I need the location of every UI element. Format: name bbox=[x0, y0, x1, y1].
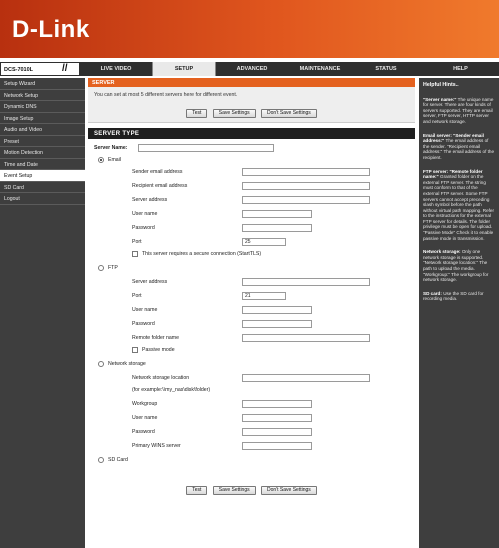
starttls-checkbox[interactable] bbox=[132, 251, 138, 257]
recipient-email-label: Recipient email address bbox=[132, 183, 188, 189]
help-block-title: Network storage: bbox=[423, 249, 461, 255]
sidebar-item-dynamic-dns[interactable]: Dynamic DNS bbox=[0, 101, 85, 113]
sidebar-item-preset[interactable]: Preset bbox=[0, 136, 85, 147]
tab-help[interactable]: HELP bbox=[422, 62, 499, 76]
sidebar-item-logout[interactable]: Logout bbox=[0, 193, 85, 205]
tab-live-video[interactable]: LIVE VIDEO bbox=[84, 62, 148, 76]
passive-mode-label: Passive mode bbox=[142, 347, 175, 353]
email-password-input[interactable] bbox=[242, 224, 312, 232]
help-block-sd-card: SD card: Use the SD card for recording m… bbox=[423, 291, 495, 302]
ftp-server-address-label: Server address bbox=[132, 279, 168, 285]
model-label: DCS-7010L bbox=[0, 62, 80, 76]
email-label: Email bbox=[108, 157, 121, 163]
server-type-header: SERVER TYPE bbox=[88, 128, 415, 139]
help-block-title: "Server name:" bbox=[423, 96, 457, 102]
network-storage-radio[interactable] bbox=[98, 361, 104, 367]
email-server-address-input[interactable] bbox=[242, 196, 370, 204]
sidebar-item-time-date[interactable]: Time and Date bbox=[0, 159, 85, 170]
server-name-label: Server Name: bbox=[94, 145, 128, 151]
sidebar-item-setup-wizard[interactable]: Setup Wizard bbox=[0, 78, 85, 90]
email-user-name-input[interactable] bbox=[242, 210, 312, 218]
model-divider-icon: // bbox=[62, 63, 68, 74]
passive-mode-checkbox[interactable] bbox=[132, 347, 138, 353]
sidebar-item-sd-card[interactable]: SD Card bbox=[0, 182, 85, 193]
help-title: Helpful Hints.. bbox=[423, 82, 459, 88]
wins-server-label: Primary WINS server bbox=[132, 443, 181, 449]
sd-card-radio[interactable] bbox=[98, 457, 104, 463]
save-settings-button[interactable]: Save Settings bbox=[212, 109, 256, 118]
dont-save-settings-button[interactable]: Don't Save Settings bbox=[261, 109, 317, 118]
recipient-email-input[interactable] bbox=[242, 182, 370, 190]
ftp-radio[interactable] bbox=[98, 265, 104, 271]
sidebar-item-audio-video[interactable]: Audio and Video bbox=[0, 124, 85, 136]
sidebar-item-event-setup[interactable]: Event Setup bbox=[0, 170, 85, 182]
email-server-address-label: Server address bbox=[132, 197, 168, 203]
sidebar-item-image-setup[interactable]: Image Setup bbox=[0, 113, 85, 124]
ftp-server-address-input[interactable] bbox=[242, 278, 370, 286]
tab-maintenance[interactable]: MAINTENANCE bbox=[288, 62, 352, 76]
storage-location-label: Network storage location bbox=[132, 375, 190, 381]
help-block-network-storage: Network storage: Only one network storag… bbox=[423, 249, 495, 283]
server-info-text: You can set at most 5 different servers … bbox=[94, 92, 238, 98]
bottom-button-row: Test Save Settings Don't Save Settings bbox=[88, 486, 415, 495]
email-port-input[interactable]: 25 bbox=[242, 238, 286, 246]
main-content: SERVER You can set at most 5 different s… bbox=[88, 78, 415, 548]
network-user-name-input[interactable] bbox=[242, 414, 312, 422]
workgroup-input[interactable] bbox=[242, 400, 312, 408]
email-user-name-label: User name bbox=[132, 211, 158, 217]
tab-status[interactable]: STATUS bbox=[356, 62, 416, 76]
test-button-bottom[interactable]: Test bbox=[186, 486, 208, 495]
help-block-ftp: FTP server: "Remote folder name:" Grante… bbox=[423, 169, 495, 242]
help-block-email: Email server: "Sender email address:" Th… bbox=[423, 133, 495, 161]
ftp-password-label: Password bbox=[132, 321, 155, 327]
ftp-port-label: Port bbox=[132, 293, 142, 299]
header-banner: D-Link bbox=[0, 0, 499, 58]
ftp-port-input[interactable]: 21 bbox=[242, 292, 286, 300]
workgroup-label: Workgroup bbox=[132, 401, 158, 407]
storage-location-input[interactable] bbox=[242, 374, 370, 382]
ftp-label: FTP bbox=[108, 265, 118, 271]
ftp-user-name-input[interactable] bbox=[242, 306, 312, 314]
tab-advanced[interactable]: ADVANCED bbox=[220, 62, 284, 76]
save-settings-button-bottom[interactable]: Save Settings bbox=[212, 486, 256, 495]
email-radio[interactable] bbox=[98, 157, 104, 163]
dont-save-settings-button-bottom[interactable]: Don't Save Settings bbox=[261, 486, 317, 495]
top-navigation: DCS-7010L // LIVE VIDEO SETUP ADVANCED M… bbox=[0, 62, 499, 76]
ftp-user-name-label: User name bbox=[132, 307, 158, 313]
network-password-label: Password bbox=[132, 429, 155, 435]
top-button-row: Test Save Settings Don't Save Settings bbox=[88, 109, 415, 118]
email-password-label: Password bbox=[132, 225, 155, 231]
help-block-text: Only one network storage is supported. "… bbox=[423, 249, 489, 283]
help-panel: Helpful Hints.. "Server name:" The uniqu… bbox=[419, 78, 499, 548]
server-section-header: SERVER bbox=[88, 78, 415, 87]
network-storage-label: Network storage bbox=[108, 361, 146, 367]
sidebar-item-network-setup[interactable]: Network Setup bbox=[0, 90, 85, 101]
network-user-name-label: User name bbox=[132, 415, 158, 421]
server-type-form: Server Name: Email Sender email address … bbox=[88, 139, 415, 509]
sidebar-item-motion-detection[interactable]: Motion Detection bbox=[0, 147, 85, 159]
network-password-input[interactable] bbox=[242, 428, 312, 436]
sd-card-label: SD Card bbox=[108, 457, 128, 463]
sender-email-label: Sender email address bbox=[132, 169, 183, 175]
dlink-logo: D-Link bbox=[12, 16, 90, 43]
remote-folder-input[interactable] bbox=[242, 334, 370, 342]
sender-email-input[interactable] bbox=[242, 168, 370, 176]
help-block-text: Granted folder on the external FTP serve… bbox=[423, 174, 494, 241]
help-block-title: SD card: bbox=[423, 290, 442, 296]
storage-location-example: (for example:\\my_nas\disk\folder) bbox=[132, 387, 211, 393]
wins-server-input[interactable] bbox=[242, 442, 312, 450]
tab-setup[interactable]: SETUP bbox=[152, 62, 216, 76]
starttls-label: This server requires a secure connection… bbox=[142, 251, 262, 257]
help-block-server-name: "Server name:" The unique name for serve… bbox=[423, 97, 495, 125]
sidebar: Setup Wizard Network Setup Dynamic DNS I… bbox=[0, 78, 85, 548]
remote-folder-label: Remote folder name bbox=[132, 335, 179, 341]
server-info-panel: You can set at most 5 different servers … bbox=[88, 87, 415, 123]
email-port-label: Port bbox=[132, 239, 142, 245]
server-name-input[interactable] bbox=[138, 144, 274, 152]
ftp-password-input[interactable] bbox=[242, 320, 312, 328]
test-button[interactable]: Test bbox=[186, 109, 208, 118]
